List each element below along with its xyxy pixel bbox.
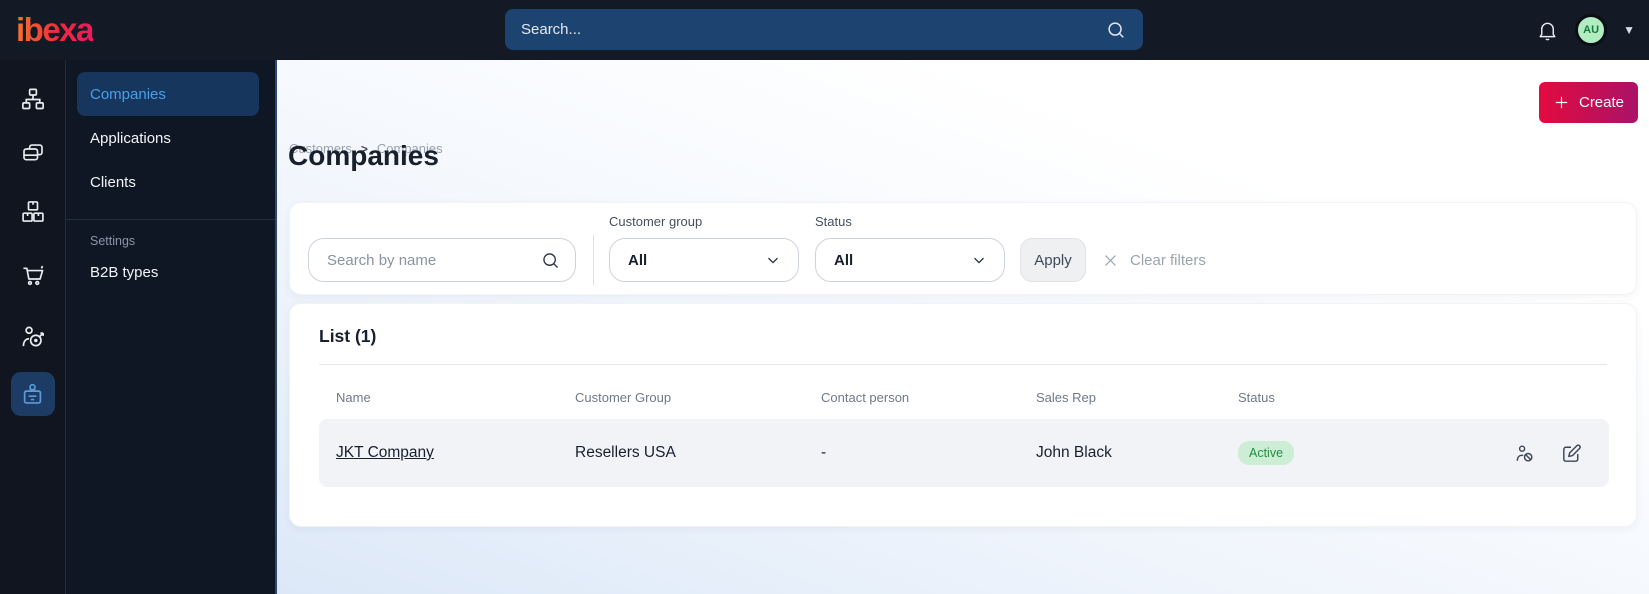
clear-filters-label: Clear filters bbox=[1130, 251, 1206, 269]
customer-group-label: Customer group bbox=[609, 214, 703, 229]
column-header-sales-rep: Sales Rep bbox=[1036, 389, 1096, 405]
sidebar-item-label: Clients bbox=[90, 173, 136, 191]
edit-icon[interactable] bbox=[1560, 442, 1583, 465]
global-search-input[interactable] bbox=[521, 21, 1105, 38]
cell-sales-rep: John Black bbox=[1036, 444, 1112, 461]
sidebar-menu: Companies Applications Clients Settings … bbox=[66, 60, 277, 594]
company-name-link[interactable]: JKT Company bbox=[336, 444, 434, 461]
plus-icon bbox=[1553, 94, 1570, 111]
status-value: All bbox=[834, 251, 854, 269]
column-header-status: Status bbox=[1238, 389, 1275, 405]
close-icon bbox=[1102, 252, 1119, 269]
customer-group-select[interactable]: All bbox=[609, 238, 799, 282]
filter-divider bbox=[593, 235, 594, 285]
column-header-customer-group: Customer Group bbox=[575, 389, 672, 405]
sidebar-section-settings-label: Settings bbox=[90, 234, 136, 248]
deactivate-user-icon[interactable] bbox=[1513, 442, 1536, 465]
notifications-bell-icon[interactable] bbox=[1536, 19, 1559, 42]
table-row[interactable]: JKT Company Resellers USA - John Black A… bbox=[319, 419, 1609, 487]
page-title: Companies bbox=[288, 140, 439, 171]
sidebar-item-applications[interactable]: Applications bbox=[77, 116, 259, 160]
search-icon[interactable] bbox=[1105, 19, 1127, 41]
column-header-contact-person: Contact person bbox=[821, 389, 910, 405]
user-menu-chevron-down-icon[interactable]: ▼ bbox=[1623, 23, 1635, 37]
clear-filters-button[interactable]: Clear filters bbox=[1102, 238, 1206, 282]
top-bar: ibexa AU ▼ bbox=[0, 0, 1649, 60]
sidebar-item-b2b-types[interactable]: B2B types bbox=[77, 250, 259, 294]
table-header-row: Name Customer Group Contact person Sales… bbox=[319, 384, 1609, 410]
main-content: Customers > Companies Create Companies C… bbox=[277, 60, 1649, 594]
ibexa-logo[interactable]: ibexa bbox=[16, 11, 94, 49]
global-search-bar[interactable] bbox=[505, 9, 1143, 50]
search-icon[interactable] bbox=[540, 250, 561, 271]
content-tree-icon[interactable] bbox=[19, 86, 46, 113]
cell-customer-group: Resellers USA bbox=[575, 444, 676, 461]
apply-button[interactable]: Apply bbox=[1020, 238, 1086, 282]
sidebar-item-label: Companies bbox=[90, 85, 166, 103]
column-header-name: Name bbox=[336, 389, 371, 405]
sidebar-item-companies[interactable]: Companies bbox=[77, 72, 259, 116]
products-icon[interactable] bbox=[19, 198, 46, 225]
status-badge: Active bbox=[1238, 441, 1295, 465]
marketing-target-icon[interactable] bbox=[19, 323, 46, 350]
chevron-down-icon bbox=[970, 251, 988, 269]
cell-contact-person: - bbox=[821, 444, 827, 461]
sidebar-item-label: B2B types bbox=[90, 263, 159, 281]
customers-badge-icon[interactable] bbox=[10, 372, 55, 416]
divider bbox=[319, 364, 1607, 365]
commerce-cart-icon[interactable] bbox=[19, 261, 46, 288]
companies-list-panel: List (1) Name Customer Group Contact per… bbox=[289, 303, 1637, 527]
sidebar-item-clients[interactable]: Clients bbox=[77, 160, 259, 204]
chevron-down-icon bbox=[764, 251, 782, 269]
user-avatar[interactable]: AU bbox=[1575, 14, 1608, 46]
list-count-title: List (1) bbox=[319, 326, 377, 346]
create-button[interactable]: Create bbox=[1539, 82, 1638, 123]
status-select[interactable]: All bbox=[815, 238, 1005, 282]
status-label: Status bbox=[815, 214, 852, 229]
customer-group-value: All bbox=[628, 251, 648, 269]
pages-icon[interactable] bbox=[19, 140, 46, 167]
search-by-name-input[interactable] bbox=[327, 251, 540, 269]
create-button-label: Create bbox=[1578, 94, 1625, 111]
filters-panel: Customer group All Status All Apply bbox=[289, 202, 1637, 295]
sidebar-item-label: Applications bbox=[90, 129, 171, 147]
sidebar-icon-rail bbox=[0, 60, 66, 594]
search-by-name-field[interactable] bbox=[308, 238, 576, 282]
